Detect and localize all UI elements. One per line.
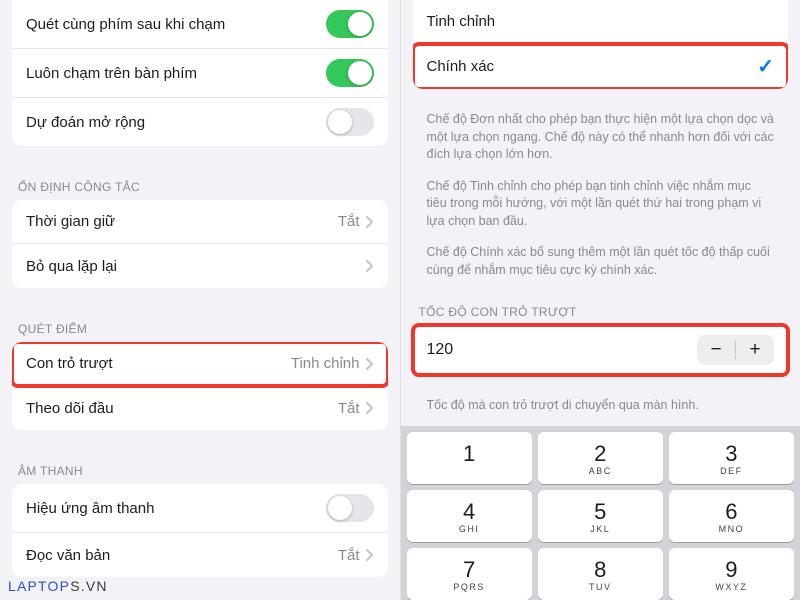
left-pane: Quét cùng phím sau khi chạm Luôn chạm trê… xyxy=(0,0,400,600)
row-value: Tắt xyxy=(338,213,374,230)
key-number: 9 xyxy=(725,557,737,583)
mode-note: Chế độ Tinh chỉnh cho phép bạn tinh chỉn… xyxy=(401,174,800,241)
key-letters: ABC xyxy=(589,466,612,476)
key-number: 1 xyxy=(463,441,475,467)
row-label: Quét cùng phím sau khi chạm xyxy=(26,16,326,33)
row-label: Thời gian giữ xyxy=(26,213,338,230)
logo-b: S.VN xyxy=(70,578,107,594)
speed-row: 120 − + xyxy=(413,325,789,375)
stepper-plus[interactable]: + xyxy=(736,335,774,365)
keypad-key-5[interactable]: 5JKL xyxy=(538,490,663,542)
key-number: 8 xyxy=(594,557,606,583)
row-value xyxy=(360,260,374,272)
settings-row[interactable]: Quét cùng phím sau khi chạm xyxy=(12,0,388,49)
mode-label: Tinh chỉnh xyxy=(427,13,775,30)
settings-section: Hiệu ứng âm thanh Đọc văn bảnTắt xyxy=(12,484,388,577)
key-letters: GHI xyxy=(459,524,480,534)
key-letters: PQRS xyxy=(453,582,485,592)
mode-section: Tinh chỉnh Chính xác✓ xyxy=(413,0,789,89)
watermark-logo: LAPTOPS.VN xyxy=(8,578,108,594)
keypad-key-6[interactable]: 6MNO xyxy=(669,490,794,542)
logo-a: LAPTOP xyxy=(8,578,70,594)
key-number: 7 xyxy=(463,557,475,583)
chevron-right-icon xyxy=(366,549,374,561)
keypad-key-1[interactable]: 1 xyxy=(407,432,532,484)
speed-stepper: − + xyxy=(697,335,774,365)
settings-row[interactable]: Luôn chạm trên bàn phím xyxy=(12,49,388,98)
chevron-right-icon xyxy=(366,358,374,370)
speed-section: 120 − + xyxy=(413,325,789,375)
row-label: Con trỏ trượt xyxy=(26,355,291,372)
settings-section: Con trỏ trượtTinh chỉnhTheo dõi đầuTắt xyxy=(12,342,388,430)
keypad-key-3[interactable]: 3DEF xyxy=(669,432,794,484)
settings-row[interactable]: Hiệu ứng âm thanh xyxy=(12,484,388,533)
key-letters: DEF xyxy=(720,466,743,476)
key-number: 4 xyxy=(463,499,475,525)
chevron-right-icon xyxy=(366,260,374,272)
row-label: Theo dõi đầu xyxy=(26,400,338,417)
row-value: Tắt xyxy=(338,547,374,564)
mode-row[interactable]: Chính xác✓ xyxy=(413,44,789,89)
mode-row[interactable]: Tinh chỉnh xyxy=(413,0,789,44)
row-value: Tinh chỉnh xyxy=(291,355,374,372)
toggle-switch[interactable] xyxy=(326,10,374,38)
toggle-switch[interactable] xyxy=(326,59,374,87)
right-pane: Tinh chỉnh Chính xác✓ Chế độ Đơn nhất cho… xyxy=(400,0,800,600)
key-letters: JKL xyxy=(590,524,610,534)
speed-value: 120 xyxy=(427,341,698,359)
settings-row[interactable]: Đọc văn bảnTắt xyxy=(12,533,388,577)
numeric-keypad: 1 2ABC3DEF4GHI5JKL6MNO7PQRS8TUV9WXYZ xyxy=(401,426,800,600)
key-number: 2 xyxy=(594,441,606,467)
keypad-key-8[interactable]: 8TUV xyxy=(538,548,663,600)
settings-row[interactable]: Thời gian giữTắt xyxy=(12,200,388,244)
row-value: Tắt xyxy=(338,400,374,417)
top-toggle-section: Quét cùng phím sau khi chạm Luôn chạm trê… xyxy=(12,0,388,146)
group-header: ÂM THANH xyxy=(0,448,400,484)
group-header: ỔN ĐỊNH CÔNG TẮC xyxy=(0,164,400,200)
key-letters: TUV xyxy=(589,582,612,592)
row-label: Dự đoán mở rộng xyxy=(26,114,326,131)
key-letters: WXYZ xyxy=(715,582,747,592)
keypad-key-2[interactable]: 2ABC xyxy=(538,432,663,484)
key-letters: MNO xyxy=(719,524,745,534)
chevron-right-icon xyxy=(366,402,374,414)
checkmark-icon: ✓ xyxy=(757,54,774,79)
row-label: Bỏ qua lặp lại xyxy=(26,258,360,275)
toggle-switch[interactable] xyxy=(326,494,374,522)
settings-row[interactable]: Theo dõi đầuTắt xyxy=(12,386,388,430)
settings-row[interactable]: Bỏ qua lặp lại xyxy=(12,244,388,288)
keypad-key-7[interactable]: 7PQRS xyxy=(407,548,532,600)
mode-note: Chế độ Đơn nhất cho phép bạn thực hiện m… xyxy=(401,107,800,174)
key-number: 3 xyxy=(725,441,737,467)
speed-note: Tốc độ mà con trỏ trượt di chuyển qua mà… xyxy=(401,393,800,425)
settings-section: Thời gian giữTắt Bỏ qua lặp lại xyxy=(12,200,388,288)
toggle-switch[interactable] xyxy=(326,108,374,136)
mode-label: Chính xác xyxy=(427,58,758,75)
mode-note: Chế độ Chính xác bổ sung thêm một lần qu… xyxy=(401,240,800,289)
keypad-key-4[interactable]: 4GHI xyxy=(407,490,532,542)
row-label: Hiệu ứng âm thanh xyxy=(26,500,326,517)
stepper-minus[interactable]: − xyxy=(697,335,735,365)
row-label: Đọc văn bản xyxy=(26,547,338,564)
speed-header: TỐC ĐỘ CON TRỎ TRƯỢT xyxy=(401,289,800,325)
key-number: 5 xyxy=(594,499,606,525)
settings-row[interactable]: Con trỏ trượtTinh chỉnh xyxy=(12,342,388,386)
row-label: Luôn chạm trên bàn phím xyxy=(26,65,326,82)
keypad-key-9[interactable]: 9WXYZ xyxy=(669,548,794,600)
key-number: 6 xyxy=(725,499,737,525)
group-header: QUÉT ĐIỂM xyxy=(0,306,400,342)
chevron-right-icon xyxy=(366,216,374,228)
settings-row[interactable]: Dự đoán mở rộng xyxy=(12,98,388,146)
